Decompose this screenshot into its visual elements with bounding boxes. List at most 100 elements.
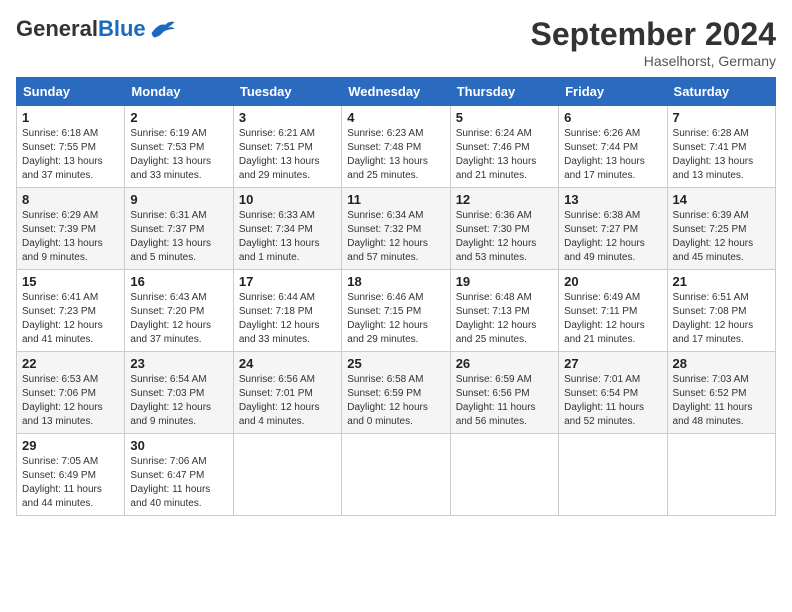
day-number: 19 (456, 274, 553, 289)
day-info: Sunrise: 6:23 AMSunset: 7:48 PMDaylight:… (347, 127, 444, 183)
day-info: Sunrise: 6:21 AMSunset: 7:51 PMDaylight:… (239, 127, 336, 183)
calendar-cell: 28 Sunrise: 7:03 AMSunset: 6:52 PMDaylig… (667, 352, 775, 434)
day-info: Sunrise: 6:38 AMSunset: 7:27 PMDaylight:… (564, 209, 661, 265)
day-number: 26 (456, 356, 553, 371)
day-info: Sunrise: 6:24 AMSunset: 7:46 PMDaylight:… (456, 127, 553, 183)
day-info: Sunrise: 6:44 AMSunset: 7:18 PMDaylight:… (239, 291, 336, 347)
day-info: Sunrise: 6:58 AMSunset: 6:59 PMDaylight:… (347, 373, 444, 429)
calendar-cell: 2 Sunrise: 6:19 AMSunset: 7:53 PMDayligh… (125, 106, 233, 188)
day-info: Sunrise: 6:33 AMSunset: 7:34 PMDaylight:… (239, 209, 336, 265)
day-number: 6 (564, 110, 661, 125)
weekday-header-friday: Friday (559, 78, 667, 106)
day-number: 20 (564, 274, 661, 289)
day-number: 10 (239, 192, 336, 207)
day-number: 27 (564, 356, 661, 371)
weekday-header-saturday: Saturday (667, 78, 775, 106)
day-number: 22 (22, 356, 119, 371)
day-info: Sunrise: 6:29 AMSunset: 7:39 PMDaylight:… (22, 209, 119, 265)
day-number: 8 (22, 192, 119, 207)
calendar-cell: 5 Sunrise: 6:24 AMSunset: 7:46 PMDayligh… (450, 106, 558, 188)
day-info: Sunrise: 7:03 AMSunset: 6:52 PMDaylight:… (673, 373, 770, 429)
weekday-header-monday: Monday (125, 78, 233, 106)
calendar-week-2: 8 Sunrise: 6:29 AMSunset: 7:39 PMDayligh… (17, 188, 776, 270)
calendar-cell: 7 Sunrise: 6:28 AMSunset: 7:41 PMDayligh… (667, 106, 775, 188)
calendar-week-3: 15 Sunrise: 6:41 AMSunset: 7:23 PMDaylig… (17, 270, 776, 352)
logo-bird-icon (148, 19, 176, 39)
calendar-cell: 23 Sunrise: 6:54 AMSunset: 7:03 PMDaylig… (125, 352, 233, 434)
day-info: Sunrise: 6:39 AMSunset: 7:25 PMDaylight:… (673, 209, 770, 265)
day-info: Sunrise: 6:19 AMSunset: 7:53 PMDaylight:… (130, 127, 227, 183)
title-block: September 2024 Haselhorst, Germany (531, 16, 776, 69)
calendar-cell: 21 Sunrise: 6:51 AMSunset: 7:08 PMDaylig… (667, 270, 775, 352)
day-info: Sunrise: 6:34 AMSunset: 7:32 PMDaylight:… (347, 209, 444, 265)
day-info: Sunrise: 7:06 AMSunset: 6:47 PMDaylight:… (130, 455, 227, 511)
calendar-cell: 22 Sunrise: 6:53 AMSunset: 7:06 PMDaylig… (17, 352, 125, 434)
calendar-cell: 29 Sunrise: 7:05 AMSunset: 6:49 PMDaylig… (17, 434, 125, 516)
calendar-cell: 16 Sunrise: 6:43 AMSunset: 7:20 PMDaylig… (125, 270, 233, 352)
day-info: Sunrise: 6:31 AMSunset: 7:37 PMDaylight:… (130, 209, 227, 265)
day-info: Sunrise: 6:56 AMSunset: 7:01 PMDaylight:… (239, 373, 336, 429)
day-number: 15 (22, 274, 119, 289)
day-number: 30 (130, 438, 227, 453)
day-info: Sunrise: 6:51 AMSunset: 7:08 PMDaylight:… (673, 291, 770, 347)
day-number: 3 (239, 110, 336, 125)
day-number: 4 (347, 110, 444, 125)
day-info: Sunrise: 6:59 AMSunset: 6:56 PMDaylight:… (456, 373, 553, 429)
calendar-cell: 26 Sunrise: 6:59 AMSunset: 6:56 PMDaylig… (450, 352, 558, 434)
calendar-cell: 27 Sunrise: 7:01 AMSunset: 6:54 PMDaylig… (559, 352, 667, 434)
calendar-cell: 19 Sunrise: 6:48 AMSunset: 7:13 PMDaylig… (450, 270, 558, 352)
weekday-header-sunday: Sunday (17, 78, 125, 106)
day-number: 29 (22, 438, 119, 453)
day-number: 13 (564, 192, 661, 207)
day-number: 12 (456, 192, 553, 207)
day-number: 16 (130, 274, 227, 289)
calendar-table: SundayMondayTuesdayWednesdayThursdayFrid… (16, 77, 776, 516)
calendar-cell (667, 434, 775, 516)
logo-general: GeneralBlue (16, 16, 146, 42)
calendar-cell: 3 Sunrise: 6:21 AMSunset: 7:51 PMDayligh… (233, 106, 341, 188)
day-info: Sunrise: 7:01 AMSunset: 6:54 PMDaylight:… (564, 373, 661, 429)
calendar-cell: 1 Sunrise: 6:18 AMSunset: 7:55 PMDayligh… (17, 106, 125, 188)
day-number: 5 (456, 110, 553, 125)
day-info: Sunrise: 6:49 AMSunset: 7:11 PMDaylight:… (564, 291, 661, 347)
day-number: 7 (673, 110, 770, 125)
logo: GeneralBlue (16, 16, 176, 42)
calendar-cell: 9 Sunrise: 6:31 AMSunset: 7:37 PMDayligh… (125, 188, 233, 270)
calendar-cell: 30 Sunrise: 7:06 AMSunset: 6:47 PMDaylig… (125, 434, 233, 516)
weekday-header-tuesday: Tuesday (233, 78, 341, 106)
day-info: Sunrise: 6:48 AMSunset: 7:13 PMDaylight:… (456, 291, 553, 347)
calendar-cell: 10 Sunrise: 6:33 AMSunset: 7:34 PMDaylig… (233, 188, 341, 270)
day-number: 21 (673, 274, 770, 289)
day-info: Sunrise: 6:54 AMSunset: 7:03 PMDaylight:… (130, 373, 227, 429)
day-info: Sunrise: 6:36 AMSunset: 7:30 PMDaylight:… (456, 209, 553, 265)
day-info: Sunrise: 6:18 AMSunset: 7:55 PMDaylight:… (22, 127, 119, 183)
day-info: Sunrise: 7:05 AMSunset: 6:49 PMDaylight:… (22, 455, 119, 511)
day-number: 25 (347, 356, 444, 371)
calendar-cell: 17 Sunrise: 6:44 AMSunset: 7:18 PMDaylig… (233, 270, 341, 352)
weekday-header-thursday: Thursday (450, 78, 558, 106)
day-number: 14 (673, 192, 770, 207)
calendar-cell (233, 434, 341, 516)
day-info: Sunrise: 6:43 AMSunset: 7:20 PMDaylight:… (130, 291, 227, 347)
calendar-cell: 18 Sunrise: 6:46 AMSunset: 7:15 PMDaylig… (342, 270, 450, 352)
calendar-cell: 25 Sunrise: 6:58 AMSunset: 6:59 PMDaylig… (342, 352, 450, 434)
day-info: Sunrise: 6:26 AMSunset: 7:44 PMDaylight:… (564, 127, 661, 183)
calendar-cell: 15 Sunrise: 6:41 AMSunset: 7:23 PMDaylig… (17, 270, 125, 352)
calendar-cell: 20 Sunrise: 6:49 AMSunset: 7:11 PMDaylig… (559, 270, 667, 352)
day-number: 23 (130, 356, 227, 371)
calendar-cell: 24 Sunrise: 6:56 AMSunset: 7:01 PMDaylig… (233, 352, 341, 434)
month-title: September 2024 (531, 16, 776, 53)
calendar-cell: 11 Sunrise: 6:34 AMSunset: 7:32 PMDaylig… (342, 188, 450, 270)
day-info: Sunrise: 6:41 AMSunset: 7:23 PMDaylight:… (22, 291, 119, 347)
day-number: 24 (239, 356, 336, 371)
day-number: 28 (673, 356, 770, 371)
day-number: 18 (347, 274, 444, 289)
calendar-week-1: 1 Sunrise: 6:18 AMSunset: 7:55 PMDayligh… (17, 106, 776, 188)
calendar-cell (342, 434, 450, 516)
calendar-cell (559, 434, 667, 516)
day-number: 11 (347, 192, 444, 207)
calendar-cell: 13 Sunrise: 6:38 AMSunset: 7:27 PMDaylig… (559, 188, 667, 270)
calendar-week-5: 29 Sunrise: 7:05 AMSunset: 6:49 PMDaylig… (17, 434, 776, 516)
calendar-cell: 12 Sunrise: 6:36 AMSunset: 7:30 PMDaylig… (450, 188, 558, 270)
calendar-cell: 4 Sunrise: 6:23 AMSunset: 7:48 PMDayligh… (342, 106, 450, 188)
